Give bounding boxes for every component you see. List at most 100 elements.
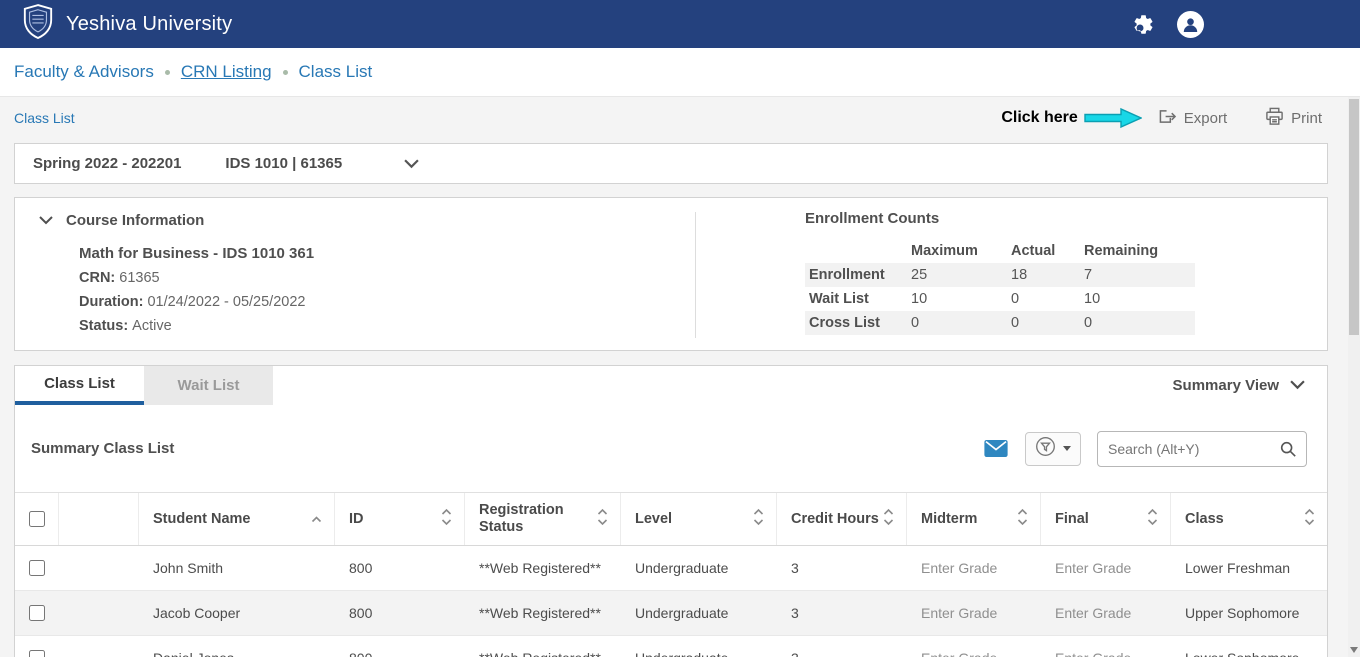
credit-hours: 3 bbox=[777, 591, 907, 635]
print-button[interactable]: Print bbox=[1265, 107, 1322, 130]
student-name: John Smith bbox=[139, 546, 335, 590]
vertical-divider bbox=[695, 212, 696, 338]
student-name: Daniel Jones bbox=[139, 636, 335, 657]
email-envelope-icon[interactable] bbox=[983, 439, 1009, 458]
summary-view-selector[interactable]: Summary View bbox=[1173, 366, 1327, 405]
midterm-enter-grade[interactable]: Enter Grade bbox=[907, 591, 1041, 635]
sort-icon bbox=[1147, 508, 1158, 531]
final-enter-grade[interactable]: Enter Grade bbox=[1041, 636, 1171, 657]
column-header-level[interactable]: Level bbox=[621, 493, 777, 545]
level: Undergraduate bbox=[621, 591, 777, 635]
term-selector[interactable]: Spring 2022 - 202201 IDS 1010 | 61365 bbox=[14, 143, 1328, 184]
collapse-chevron-down-icon[interactable] bbox=[39, 216, 53, 225]
sort-icon bbox=[1017, 508, 1028, 531]
row-checkbox[interactable] bbox=[29, 650, 45, 657]
breadcrumb-faculty-advisors[interactable]: Faculty & Advisors bbox=[14, 62, 154, 82]
midterm-enter-grade[interactable]: Enter Grade bbox=[907, 636, 1041, 657]
class-standing: Lower Freshman bbox=[1171, 546, 1327, 590]
course-title: Math for Business - IDS 1010 361 bbox=[79, 242, 314, 266]
breadcrumb: Faculty & Advisors CRN Listing Class Lis… bbox=[0, 48, 1360, 97]
select-all-checkbox[interactable] bbox=[29, 511, 45, 527]
row-checkbox[interactable] bbox=[29, 605, 45, 621]
table-row: Daniel Jones 800 **Web Registered** Unde… bbox=[15, 636, 1327, 657]
export-icon bbox=[1158, 108, 1177, 129]
page-header: Class List Click here Export Print bbox=[0, 97, 1348, 139]
registration-status: **Web Registered** bbox=[465, 636, 621, 657]
chevron-down-icon bbox=[1290, 377, 1305, 394]
filter-button[interactable] bbox=[1025, 432, 1081, 466]
tab-class-list[interactable]: Class List bbox=[15, 366, 144, 405]
midterm-enter-grade[interactable]: Enter Grade bbox=[907, 546, 1041, 590]
search-box bbox=[1097, 431, 1307, 467]
column-header-midterm[interactable]: Midterm bbox=[907, 493, 1041, 545]
column-header-id[interactable]: ID bbox=[335, 493, 465, 545]
column-header-final[interactable]: Final bbox=[1041, 493, 1171, 545]
user-avatar-icon[interactable] bbox=[1177, 11, 1204, 38]
course-details: Math for Business - IDS 1010 361 CRN:613… bbox=[79, 242, 314, 338]
course-information-panel: Course Information Math for Business - I… bbox=[14, 197, 1328, 351]
tab-wait-list[interactable]: Wait List bbox=[144, 366, 273, 405]
university-logo-icon bbox=[22, 4, 54, 45]
export-label: Export bbox=[1184, 110, 1227, 127]
course-information-title: Course Information bbox=[66, 212, 204, 229]
row-checkbox[interactable] bbox=[29, 560, 45, 576]
table-row: John Smith 800 **Web Registered** Underg… bbox=[15, 546, 1327, 591]
credit-hours: 3 bbox=[777, 636, 907, 657]
blank-column-header bbox=[59, 493, 139, 545]
enrollment-counts: Enrollment Counts Maximum Actual Remaini… bbox=[805, 210, 1195, 335]
vertical-scrollbar[interactable] bbox=[1348, 97, 1360, 657]
class-list-panel: Class List Wait List Summary View Summar… bbox=[14, 365, 1328, 657]
enrollment-row: Enrollment 25 18 7 bbox=[805, 263, 1195, 287]
tab-bar: Class List Wait List Summary View bbox=[15, 366, 1327, 405]
enrollment-col-actual: Actual bbox=[1007, 239, 1080, 263]
brand: Yeshiva University bbox=[22, 4, 232, 45]
summary-class-list-title: Summary Class List bbox=[31, 440, 174, 457]
sort-icon bbox=[883, 508, 894, 531]
export-button[interactable]: Export bbox=[1158, 108, 1227, 129]
final-enter-grade[interactable]: Enter Grade bbox=[1041, 591, 1171, 635]
search-icon[interactable] bbox=[1279, 440, 1297, 458]
course-duration: Duration:01/24/2022 - 05/25/2022 bbox=[79, 290, 314, 314]
enrollment-col-maximum: Maximum bbox=[907, 239, 1007, 263]
final-enter-grade[interactable]: Enter Grade bbox=[1041, 546, 1171, 590]
registration-status: **Web Registered** bbox=[465, 591, 621, 635]
column-header-registration-status[interactable]: Registration Status bbox=[465, 493, 621, 545]
column-header-class[interactable]: Class bbox=[1171, 493, 1327, 545]
chevron-down-icon bbox=[404, 159, 419, 169]
brand-name: Yeshiva University bbox=[66, 13, 232, 36]
sort-icon bbox=[597, 508, 608, 531]
column-header-credit-hours[interactable]: Credit Hours bbox=[777, 493, 907, 545]
column-header-student-name[interactable]: Student Name bbox=[139, 493, 335, 545]
class-standing: Upper Sophomore bbox=[1171, 591, 1327, 635]
select-all-checkbox-cell bbox=[15, 493, 59, 545]
app-header: Yeshiva University bbox=[0, 0, 1360, 48]
sort-asc-icon bbox=[311, 511, 322, 528]
list-toolbar: Summary Class List bbox=[15, 405, 1327, 492]
level: Undergraduate bbox=[621, 546, 777, 590]
breadcrumb-class-list[interactable]: Class List bbox=[299, 62, 373, 82]
course-crn: CRN:61365 bbox=[79, 266, 314, 290]
scrollbar-down-arrow-icon[interactable] bbox=[1350, 647, 1358, 653]
course-status: Status:Active bbox=[79, 314, 314, 338]
wait-list-row: Wait List 10 0 10 bbox=[805, 287, 1195, 311]
breadcrumb-separator-icon bbox=[283, 70, 288, 75]
topbar-actions bbox=[1132, 0, 1204, 48]
sort-icon bbox=[441, 508, 452, 531]
page-header-actions: Click here Export Print bbox=[1001, 107, 1322, 130]
breadcrumb-crn-listing[interactable]: CRN Listing bbox=[181, 62, 272, 82]
student-id: 800 bbox=[335, 546, 465, 590]
table-header: Student Name ID Registration Status Leve… bbox=[15, 492, 1327, 546]
print-label: Print bbox=[1291, 110, 1322, 127]
class-standing: Lower Sophomore bbox=[1171, 636, 1327, 657]
enrollment-header-row: Maximum Actual Remaining bbox=[805, 239, 1195, 263]
click-here-annotation: Click here bbox=[1001, 109, 1077, 127]
cross-list-row: Cross List 0 0 0 bbox=[805, 311, 1195, 335]
chevron-down-icon bbox=[1063, 446, 1071, 451]
page-title: Class List bbox=[14, 110, 75, 126]
scrollbar-thumb[interactable] bbox=[1349, 99, 1359, 335]
credit-hours: 3 bbox=[777, 546, 907, 590]
student-name: Jacob Cooper bbox=[139, 591, 335, 635]
enrollment-counts-title: Enrollment Counts bbox=[805, 210, 1195, 227]
table-row: Jacob Cooper 800 **Web Registered** Unde… bbox=[15, 591, 1327, 636]
settings-gear-icon[interactable] bbox=[1132, 13, 1155, 36]
